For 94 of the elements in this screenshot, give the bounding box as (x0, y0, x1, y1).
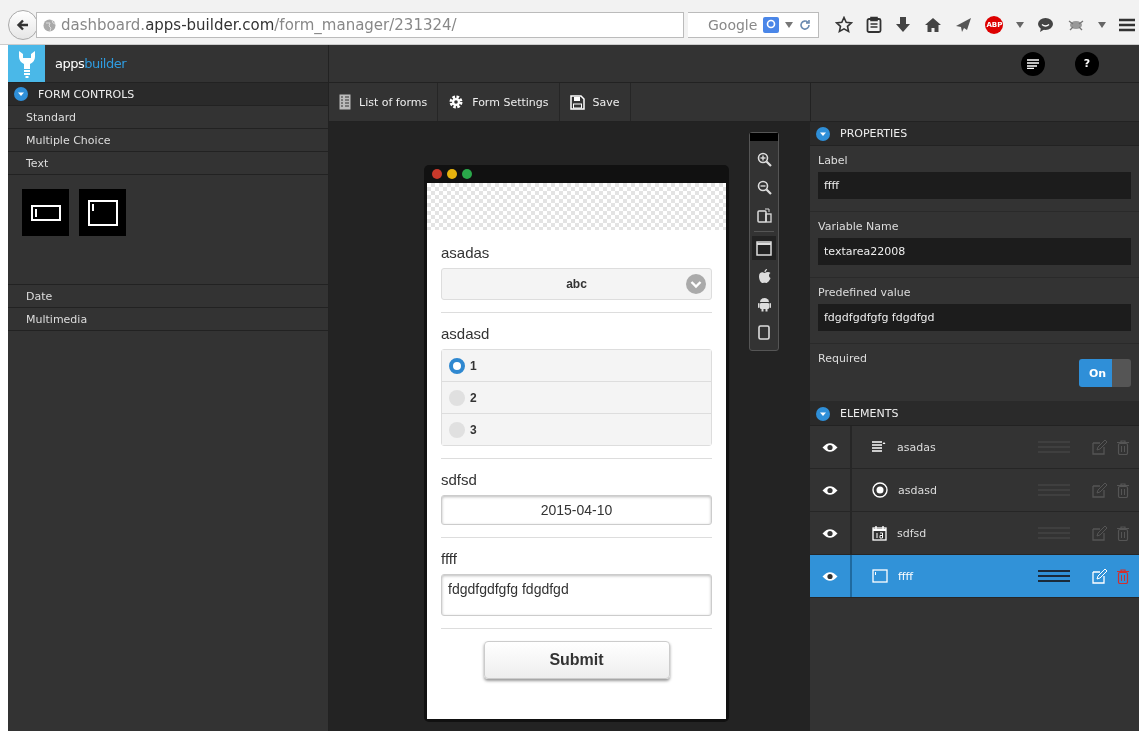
window-dot (462, 169, 472, 179)
property-label: Required (818, 352, 867, 365)
element-label: asadas (897, 440, 937, 454)
element-label: asdasd (898, 483, 938, 497)
field-label: ffff (441, 550, 458, 567)
calendar-icon (872, 525, 887, 541)
back-button[interactable] (8, 10, 38, 40)
save-button[interactable]: Save (559, 83, 631, 121)
list-button[interactable]: List of forms (329, 83, 439, 121)
category-item[interactable]: Multiple Choice (8, 129, 328, 152)
textarea-icon (872, 569, 888, 583)
field-label: asadas (441, 244, 491, 261)
section-header[interactable]: PROPERTIES (810, 122, 1139, 146)
element-label: ffff (898, 569, 915, 583)
list-menu-button[interactable] (1021, 51, 1045, 76)
date-field[interactable]: 2015-04-10 (441, 495, 712, 525)
option-label: 2 (470, 390, 477, 405)
radio-option[interactable]: 2 (442, 382, 711, 414)
toolbar-handle[interactable] (750, 133, 778, 141)
app-logo-text: appsbuilder (55, 56, 127, 71)
zoom-out-icon (756, 179, 772, 195)
address-bar[interactable]: dashboard.apps-builder.com/form_manager/231324/ (36, 12, 684, 38)
search-engine-field[interactable]: Google (688, 12, 820, 38)
textarea-tool-icon[interactable] (79, 189, 126, 236)
section-title: FORM CONTROLS (38, 87, 135, 101)
dropdown-caret-icon[interactable] (1098, 22, 1107, 28)
radio-option[interactable]: 1 (442, 350, 711, 382)
chat-bubble-icon[interactable] (1037, 17, 1055, 33)
zoom-in-icon (756, 151, 772, 167)
dropdown-caret-icon[interactable] (1016, 22, 1025, 28)
field-label: sdfsd (441, 471, 478, 488)
settings-icon (448, 94, 465, 110)
window-dot (447, 169, 457, 179)
tablet-icon (758, 324, 770, 340)
paper-plane-icon[interactable] (955, 17, 973, 33)
google-g-icon (763, 17, 780, 33)
section-title: ELEMENTS (840, 407, 899, 420)
robot-icon (757, 296, 771, 312)
devices-icon (756, 207, 772, 223)
submit-button[interactable]: Submit (483, 641, 670, 679)
property-label: Predefined value (818, 286, 912, 299)
star-icon[interactable] (835, 16, 854, 34)
element-row[interactable]: asadas (810, 426, 1139, 469)
globe-icon (43, 18, 56, 32)
option-label: 1 (470, 358, 477, 373)
settings-button[interactable]: Form Settings (438, 83, 560, 121)
option-label: 3 (470, 422, 477, 437)
category-item[interactable]: Standard (8, 106, 328, 129)
download-icon[interactable] (895, 16, 912, 34)
radio-icon (872, 482, 888, 498)
element-row[interactable]: asdasd (810, 469, 1139, 512)
url-text: dashboard.apps-builder.com/form_manager/231324/ (61, 16, 457, 34)
radio-option[interactable]: 3 (442, 414, 711, 445)
lines-icon (872, 441, 887, 453)
category-item[interactable]: Date (8, 285, 328, 308)
menu-icon[interactable] (1119, 18, 1136, 32)
clipboard-icon[interactable] (866, 16, 883, 34)
eye-icon[interactable] (822, 441, 838, 453)
textfield-tool-icon[interactable] (22, 189, 69, 236)
section-header[interactable]: FORM CONTROLS (8, 83, 328, 106)
list-icon (1027, 58, 1039, 69)
property-label: Label (818, 154, 849, 167)
reload-icon[interactable] (799, 19, 812, 31)
section-title: PROPERTIES (840, 127, 908, 140)
field-label: asdasd (441, 325, 491, 342)
property-input[interactable]: fdgdfgdfgfg fdgdfgd (818, 304, 1131, 331)
back-arrow-icon (16, 18, 30, 32)
element-label: sdfsd (897, 526, 928, 540)
bug-icon[interactable] (1067, 18, 1086, 32)
section-header[interactable]: ELEMENTS (810, 402, 1139, 426)
drag-handle-icon[interactable] (1038, 570, 1070, 582)
category-item[interactable]: Multimedia (8, 308, 328, 331)
property-input[interactable]: textarea22008 (818, 238, 1131, 265)
eye-icon[interactable] (822, 570, 838, 582)
eye-icon[interactable] (822, 484, 838, 496)
home-icon[interactable] (924, 17, 943, 33)
window-icon (756, 240, 772, 256)
select-field[interactable]: abc (441, 268, 712, 300)
eye-icon[interactable] (822, 527, 838, 539)
apple-icon (757, 268, 771, 284)
help-button[interactable]: ? (1075, 51, 1099, 76)
category-item[interactable]: Text (8, 152, 328, 175)
window-dot (432, 169, 442, 179)
property-label: Variable Name (818, 220, 900, 233)
edit-icon[interactable] (1092, 568, 1107, 584)
property-input[interactable]: ffff (818, 172, 1131, 199)
window-tool[interactable] (752, 236, 776, 260)
save-icon (569, 94, 585, 110)
textarea-field[interactable]: fdgdfgdfgfg fdgdfgd (441, 574, 712, 616)
logo-icon (8, 45, 45, 82)
list-icon (339, 94, 351, 110)
chevron-down-icon (686, 274, 706, 294)
radio-button[interactable] (449, 357, 465, 374)
dropdown-caret-icon[interactable] (785, 22, 794, 28)
